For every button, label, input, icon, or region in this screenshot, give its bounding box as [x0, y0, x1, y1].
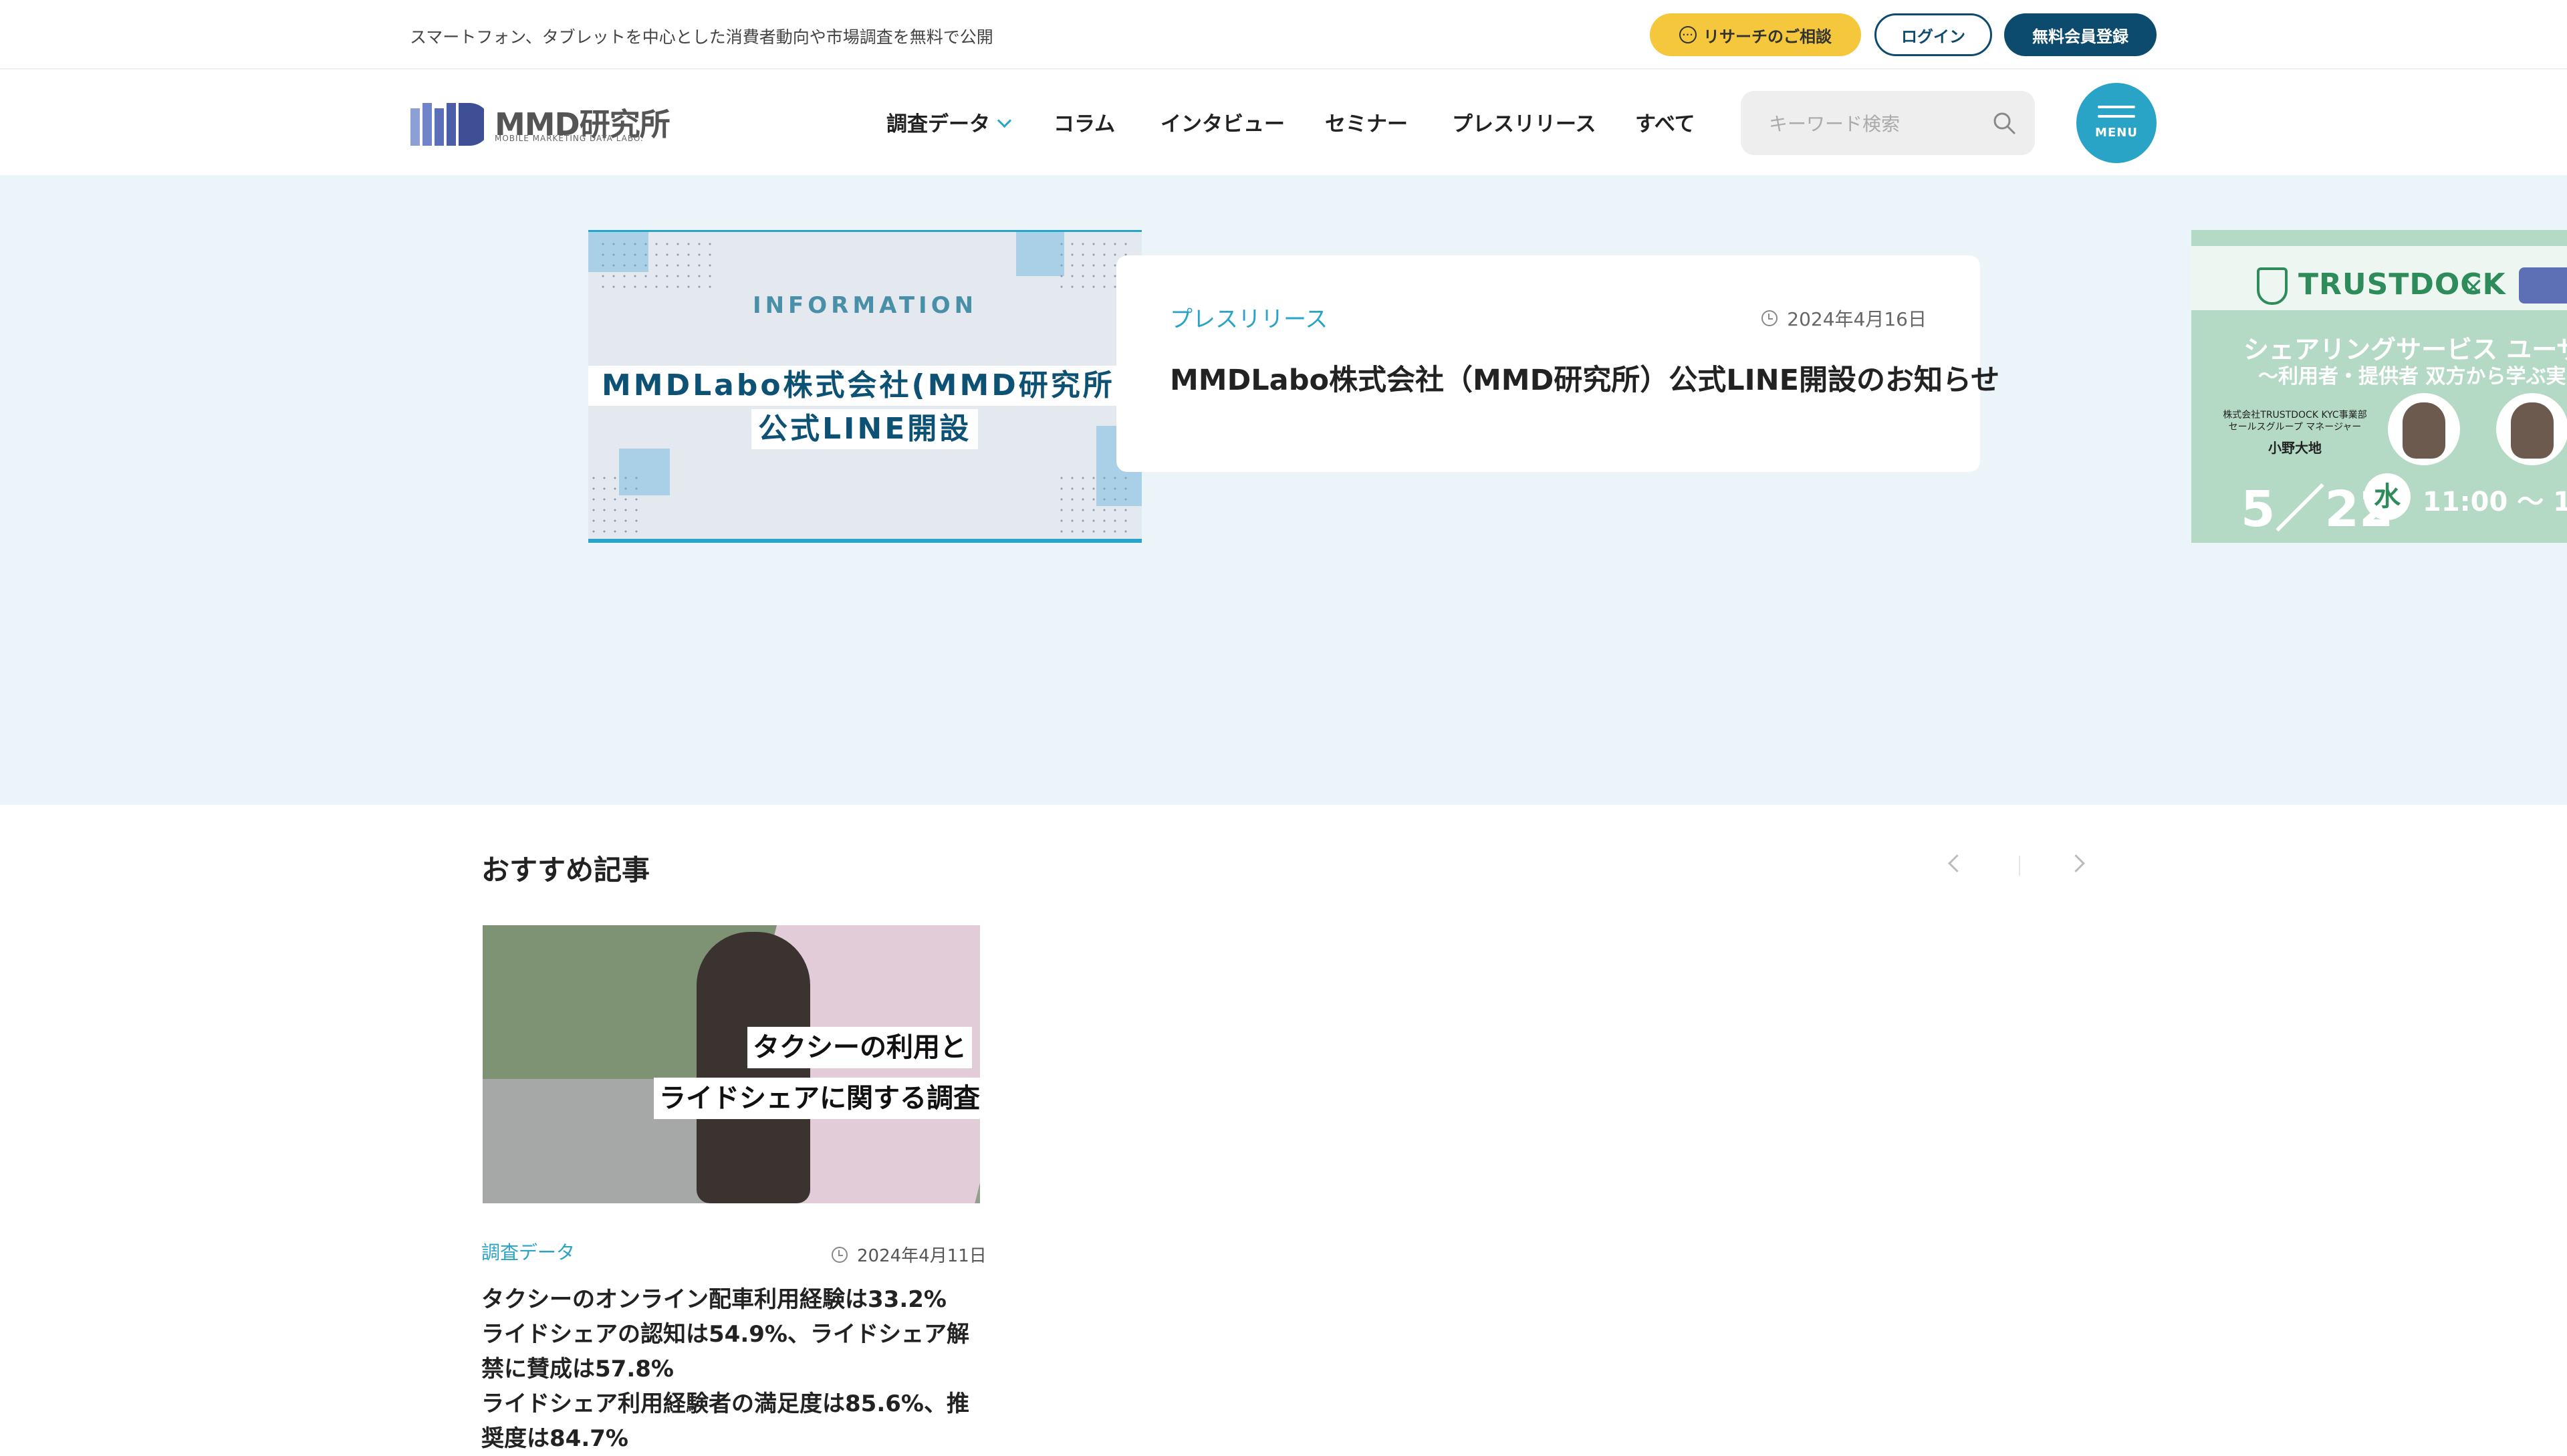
article-date-text: 2024年4月11日 — [857, 1246, 987, 1266]
research-consult-button[interactable]: ··· リサーチのご相談 — [1650, 13, 1861, 56]
search-box — [1741, 91, 2035, 155]
clock-icon — [1761, 310, 1778, 326]
hero-article-card[interactable]: プレスリリース 2024年4月16日 MMDLabo株式会社（MMD研究所）公式… — [1116, 255, 1999, 472]
nav-press-release[interactable]: プレスリリース — [1452, 107, 1596, 137]
speaker-company: 株式会社TRUSTDOCK KYC事業部 セールスグループ マネージャー — [2223, 410, 2367, 433]
thumbnail-caption-line2: ライドシェアに関する調査 — [654, 1078, 980, 1119]
slide-image-heading: INFORMATION — [752, 292, 978, 319]
mmd-logo-icon — [2519, 267, 2567, 304]
article-category[interactable]: 調査データ — [481, 1238, 575, 1265]
hero-category[interactable]: プレスリリース — [1170, 301, 1328, 334]
search-icon[interactable] — [1992, 111, 2016, 135]
chevron-down-icon — [997, 113, 1012, 128]
slide-image-title-line2: 公式LINE開設 — [751, 409, 979, 449]
chat-icon: ··· — [1679, 26, 1697, 43]
hero-date-text: 2024年4月16日 — [1787, 308, 1927, 330]
article-thumbnail[interactable]: タクシーの利用と ライドシェアに関する調査 — [483, 925, 980, 1203]
logo-subtext: MOBILE MARKETING DATA LABO. — [495, 134, 644, 143]
menu-button[interactable]: MENU — [2076, 83, 2157, 163]
hamburger-icon-bar — [2098, 115, 2135, 118]
search-input[interactable] — [1767, 110, 1971, 138]
nav-all[interactable]: すべて — [1635, 107, 1695, 137]
chevron-right-icon[interactable] — [2067, 854, 2085, 872]
thumbnail-caption-line1: タクシーの利用と — [747, 1027, 972, 1068]
menu-label: MENU — [2095, 126, 2138, 140]
hero-title[interactable]: MMDLabo株式会社（MMD研究所）公式LINE開設のお知らせ — [1170, 357, 1999, 398]
nav-research-data[interactable]: 調査データ — [886, 107, 1012, 137]
logo-mark-icon — [410, 103, 484, 146]
article-title-line: ライドシェアの認知は54.9%、ライドシェア解禁に賛成は57.8% — [481, 1321, 969, 1382]
login-button[interactable]: ログイン — [1874, 13, 1992, 56]
banner-weekday: 水 — [2364, 473, 2411, 520]
research-consult-label: リサーチのご相談 — [1703, 27, 1832, 46]
slide-image-title-line1: MMDLabo株式会社(MMD研究所) — [588, 366, 1142, 406]
speaker-name: 小野大地 — [2268, 440, 2322, 456]
banner-time: 11:00 〜 12:0 — [2423, 487, 2567, 517]
nav-interview[interactable]: インタビュー — [1160, 107, 1285, 137]
article-date: 2024年4月11日 — [832, 1242, 987, 1267]
site-tagline: スマートフォン、タブレットを中心とした消費者動向や市場調査を無料で公開 — [410, 27, 993, 47]
nav-column[interactable]: コラム — [1054, 107, 1115, 137]
hero-slide-image[interactable]: INFORMATION MMDLabo株式会社(MMD研究所) 公式LINE開設 — [588, 230, 1142, 543]
banner-cross: × — [2463, 271, 2484, 301]
clock-icon — [832, 1246, 848, 1263]
decor-dots — [588, 473, 642, 539]
hamburger-icon — [2098, 106, 2135, 108]
article-title-line: ライドシェア利用経験者の満足度は85.6%、推奨度は84.7% — [481, 1390, 969, 1452]
hero-date: 2024年4月16日 — [1761, 305, 1927, 332]
nav-label: 調査データ — [886, 112, 990, 136]
trustdock-logo-icon — [2257, 267, 2288, 305]
article-title[interactable]: タクシーのオンライン配車利用経験は33.2% ライドシェアの認知は54.9%、ラ… — [481, 1282, 983, 1456]
seminar-banner[interactable]: TRUSTDOCK × シェアリングサービス ユーザ 〜利用者・提供者 双方から… — [2191, 230, 2567, 543]
speaker-avatar — [2388, 393, 2460, 465]
header-divider — [0, 68, 2567, 70]
decor-dots — [598, 239, 711, 292]
decor-dots — [1056, 473, 1130, 539]
nav-seminar[interactable]: セミナー — [1325, 107, 1408, 137]
section-title: おすすめ記事 — [481, 854, 650, 886]
slider-divider — [2019, 856, 2020, 876]
chevron-left-icon[interactable] — [1948, 854, 1966, 872]
article-title-line: タクシーのオンライン配車利用経験は33.2% — [481, 1286, 947, 1313]
speaker-avatar — [2496, 393, 2567, 465]
banner-subheadline: 〜利用者・提供者 双方から学ぶ実 — [2258, 365, 2566, 388]
site-logo[interactable]: MMD研究所 MOBILE MARKETING DATA LABO. — [410, 99, 670, 147]
signup-button[interactable]: 無料会員登録 — [2004, 13, 2157, 56]
